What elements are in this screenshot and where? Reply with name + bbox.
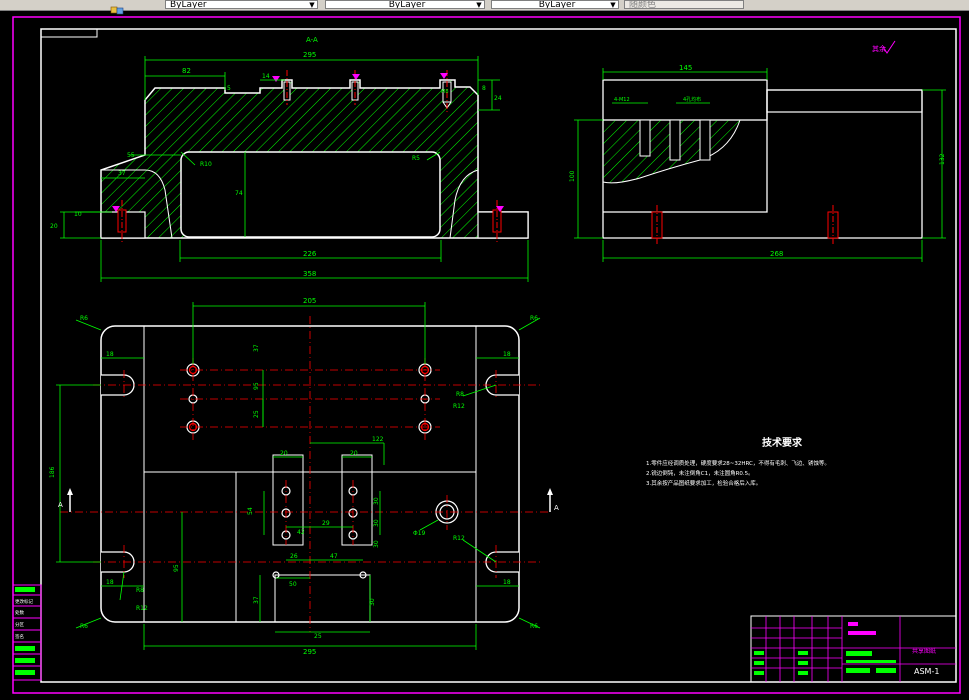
dim-text: R5: [412, 155, 420, 162]
section-label: A-A: [306, 36, 318, 44]
dim-text: 82: [182, 67, 191, 75]
dim-text: 8: [482, 85, 486, 92]
dim-text: 5: [227, 85, 231, 92]
linetype-select[interactable]: ByLayer ▼: [165, 0, 318, 9]
dim-text: 205: [303, 297, 316, 305]
color-select[interactable]: ByLayer ▼: [491, 0, 619, 9]
dim-text: 54: [247, 507, 254, 515]
dim-text: R10: [200, 161, 212, 168]
technical-requirements: 技术要求 1.零件应经调质处理，硬度要求28~32HRC，不得有毛刺、飞边、锈蚀…: [646, 436, 830, 487]
layer-state-icon[interactable]: [110, 0, 124, 15]
dim-text: 18: [503, 351, 511, 358]
cad-drawing-canvas[interactable]: A-A 295 82 14 5 8 24 55 R10 R5 37 74 20 …: [0, 10, 969, 700]
dim-text: 30: [373, 540, 380, 548]
dim-text: M8: [441, 89, 449, 95]
dim-text: 295: [303, 51, 316, 59]
side-view: 145 4-M12 4孔均布 100 132 268: [569, 64, 946, 262]
dim-text: 186: [49, 466, 56, 478]
dim-text: 358: [303, 270, 316, 278]
section-mark-a-left: A: [58, 501, 63, 509]
dim-text: 95: [173, 564, 180, 572]
dim-text: 20: [50, 223, 58, 230]
dim-text: 55: [127, 152, 135, 159]
dim-text: R6: [80, 623, 88, 630]
dim-text: 14: [262, 73, 270, 80]
dim-text: R6: [80, 315, 88, 322]
dim-text: 100: [569, 170, 576, 182]
chevron-down-icon: ▼: [309, 1, 315, 9]
dim-text: 30: [369, 598, 376, 606]
revision-strip: 更改标记 处数 分区 签名: [12, 584, 42, 681]
color-value: ByLayer: [538, 0, 576, 9]
dim-text: 25: [314, 633, 322, 640]
dim-text: 25: [253, 410, 260, 418]
dim-text: 18: [106, 351, 114, 358]
dim-text: 26: [290, 553, 298, 560]
drawing-number: ASM-1: [914, 667, 939, 676]
part-name: 共享图纸: [912, 647, 936, 655]
dim-text: 42: [297, 529, 305, 536]
lineweight-value: ByLayer: [388, 0, 426, 9]
title-block: 共享图纸 ASM-1: [750, 615, 957, 683]
linetype-value: ByLayer: [170, 0, 207, 9]
dim-text: 37: [253, 344, 260, 352]
dim-text: 4孔均布: [683, 96, 701, 103]
dim-text: 30: [373, 519, 380, 527]
section-view-a-a: A-A 295 82 14 5 8 24 55 R10 R5 37 74 20 …: [50, 36, 529, 282]
roughness-note: 其余: [872, 40, 896, 54]
dim-text: 30: [373, 497, 380, 505]
dim-text: R8: [136, 587, 144, 594]
tech-note: 1.零件应经调质处理，硬度要求28~32HRC，不得有毛刺、飞边、锈蚀等。: [646, 459, 830, 467]
dim-text: R6: [530, 623, 538, 630]
dim-text: 20: [280, 450, 288, 457]
dim-text: 145: [679, 64, 692, 72]
dim-text: Φ19: [413, 530, 426, 537]
dim-text: 95: [253, 382, 260, 390]
dim-text: 74: [235, 190, 243, 197]
dim-text: 4-M12: [614, 97, 630, 103]
revision-label: 签名: [15, 633, 24, 640]
dim-text: 37: [118, 170, 126, 177]
revision-label: 更改标记: [15, 598, 33, 605]
tech-note: 3.其余按产品图纸要求加工，检验合格后入库。: [646, 479, 761, 487]
plotstyle-value: 随颜色: [629, 0, 657, 9]
plan-view: 205 R6 R6 R6 R6 18 18 18 18 37 95 25 122…: [49, 297, 559, 656]
dim-text: 47: [330, 553, 338, 560]
dim-text: R12: [136, 605, 148, 612]
dim-text: R12: [453, 535, 465, 542]
revision-label: 分区: [15, 621, 24, 628]
dim-text: 10: [74, 211, 82, 218]
tech-note: 2.锐边倒钝，未注倒角C1，未注圆角R0.5。: [646, 469, 754, 477]
dim-text: 50: [289, 581, 297, 588]
dim-text: 29: [322, 520, 330, 527]
tech-title: 技术要求: [762, 436, 803, 449]
dim-text: R8: [456, 391, 464, 398]
dim-text: 122: [372, 436, 384, 443]
section-mark-a-right: A: [554, 504, 559, 512]
dim-text: 20: [350, 450, 358, 457]
dim-text: 132: [939, 153, 946, 165]
dim-text: 37: [253, 596, 260, 604]
plotstyle-select[interactable]: 随颜色: [624, 0, 744, 9]
dim-text: R6: [530, 315, 538, 322]
dim-text: 268: [770, 250, 783, 258]
dim-text: 226: [303, 250, 317, 258]
lineweight-select[interactable]: ByLayer ▼: [325, 0, 485, 9]
chevron-down-icon: ▼: [610, 1, 616, 9]
dim-text: 18: [106, 579, 114, 586]
dim-text: 24: [494, 95, 502, 102]
revision-label: 处数: [15, 609, 24, 616]
dim-text: 18: [503, 579, 511, 586]
dim-text: 295: [303, 648, 316, 656]
dim-text: R12: [453, 403, 465, 410]
chevron-down-icon: ▼: [476, 1, 482, 9]
